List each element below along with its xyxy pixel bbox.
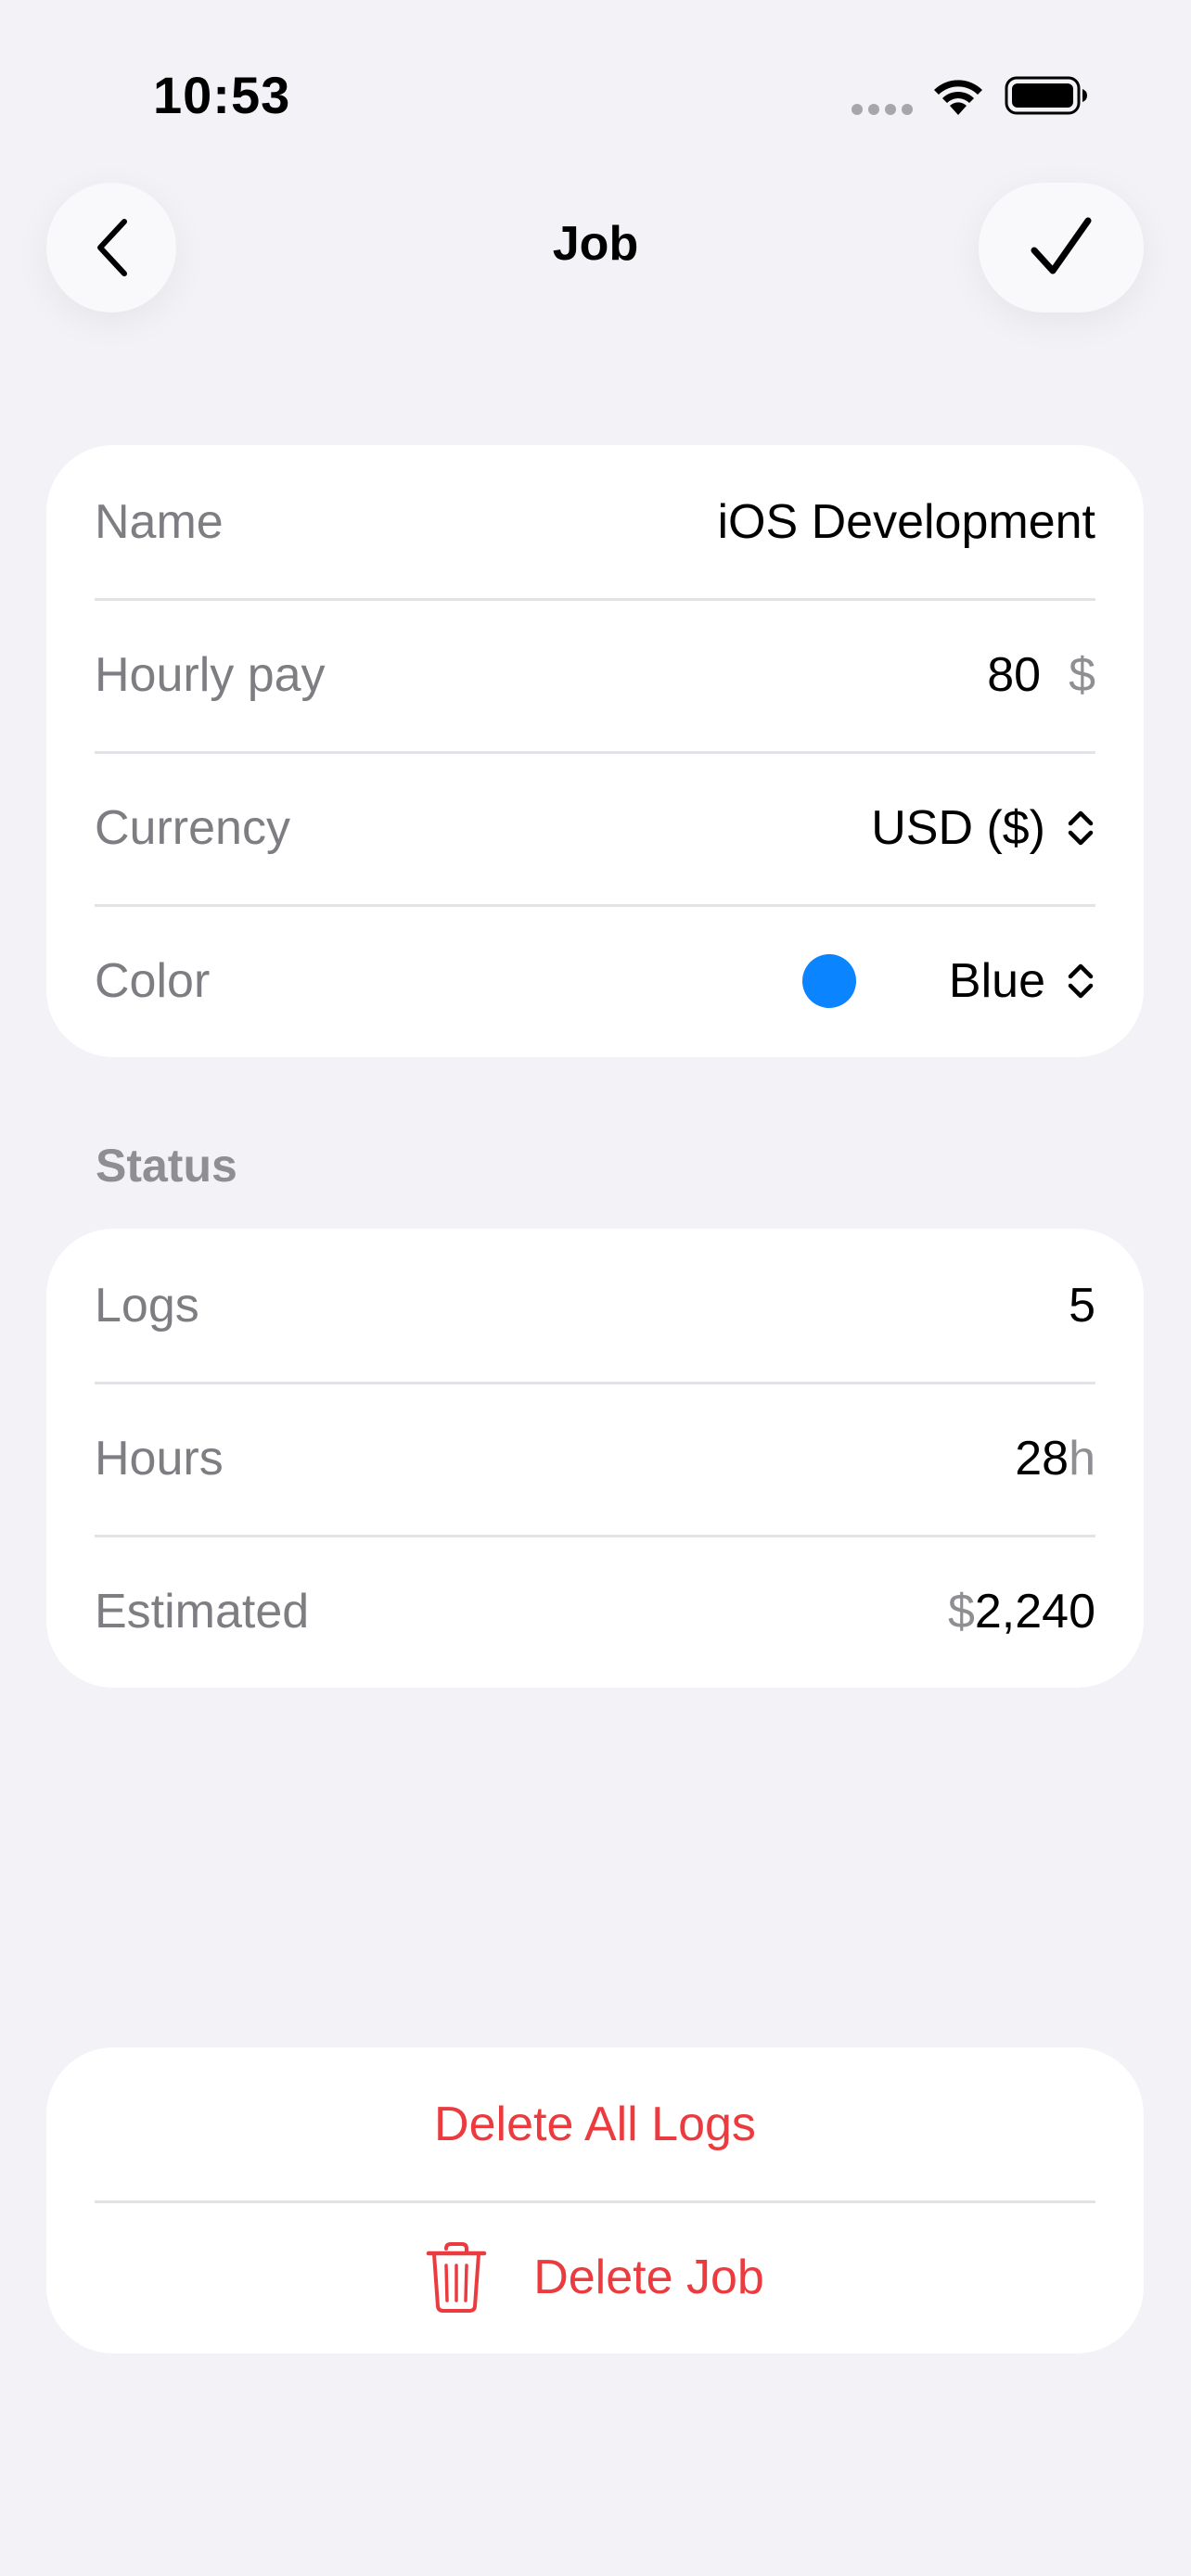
hourly-pay-unit: $ bbox=[1069, 647, 1095, 702]
currency-label: Currency bbox=[95, 800, 290, 855]
estimated-currency-symbol: $ bbox=[947, 1584, 975, 1639]
name-row[interactable]: Name iOS Development bbox=[46, 445, 1144, 598]
color-row[interactable]: Color Blue bbox=[46, 904, 1144, 1057]
hours-label: Hours bbox=[95, 1431, 224, 1486]
checkmark-icon bbox=[1031, 217, 1092, 274]
job-details-card: Name iOS Development Hourly pay 80 $ Cur… bbox=[46, 445, 1144, 1057]
name-field[interactable]: iOS Development bbox=[717, 494, 1095, 550]
wifi-icon bbox=[934, 80, 982, 115]
chevron-up-down-icon bbox=[1068, 810, 1094, 845]
name-label: Name bbox=[95, 494, 224, 549]
delete-job-button[interactable]: Delete Job bbox=[46, 2200, 1144, 2353]
save-button[interactable] bbox=[979, 183, 1144, 312]
color-picker[interactable]: Blue bbox=[801, 953, 1095, 1009]
hourly-pay-field[interactable]: 80 bbox=[987, 647, 1041, 703]
hourly-pay-row[interactable]: Hourly pay 80 $ bbox=[46, 598, 1144, 751]
color-swatch bbox=[801, 953, 856, 1008]
hours-unit: h bbox=[1069, 1431, 1095, 1486]
delete-all-logs-label: Delete All Logs bbox=[434, 2097, 756, 2151]
delete-all-logs-button[interactable]: Delete All Logs bbox=[46, 2047, 1144, 2200]
status-bar: 10:53 bbox=[0, 0, 1191, 185]
status-section-header: Status bbox=[96, 1140, 237, 1192]
currency-picker[interactable]: USD ($) bbox=[871, 800, 1095, 856]
logs-row: Logs 5 bbox=[46, 1229, 1144, 1382]
estimated-label: Estimated bbox=[95, 1584, 310, 1639]
battery-icon bbox=[1005, 76, 1087, 115]
currency-value: USD ($) bbox=[871, 800, 1045, 855]
trash-icon bbox=[426, 2241, 487, 2313]
logs-label: Logs bbox=[95, 1278, 199, 1333]
chevron-up-down-icon bbox=[1068, 963, 1094, 998]
hours-row: Hours 28 h bbox=[46, 1382, 1144, 1535]
cellular-signal-icon bbox=[852, 104, 913, 115]
currency-row[interactable]: Currency USD ($) bbox=[46, 751, 1144, 904]
danger-zone-card: Delete All Logs Delete Job bbox=[46, 2047, 1144, 2353]
logs-value: 5 bbox=[1069, 1278, 1095, 1333]
status-card: Logs 5 Hours 28 h Estimated $ 2,240 bbox=[46, 1229, 1144, 1688]
hourly-pay-label: Hourly pay bbox=[95, 647, 326, 702]
hourly-pay-value: 80 $ bbox=[987, 647, 1095, 703]
estimated-value: $ 2,240 bbox=[948, 1584, 1095, 1639]
hours-value: 28 h bbox=[1015, 1431, 1095, 1486]
hours-number: 28 bbox=[1015, 1431, 1069, 1486]
estimated-row: Estimated $ 2,240 bbox=[46, 1535, 1144, 1688]
color-value: Blue bbox=[948, 953, 1045, 1008]
status-time: 10:53 bbox=[153, 66, 291, 124]
color-label: Color bbox=[95, 953, 211, 1008]
delete-job-label: Delete Job bbox=[533, 2250, 764, 2304]
estimated-amount: 2,240 bbox=[974, 1584, 1095, 1639]
